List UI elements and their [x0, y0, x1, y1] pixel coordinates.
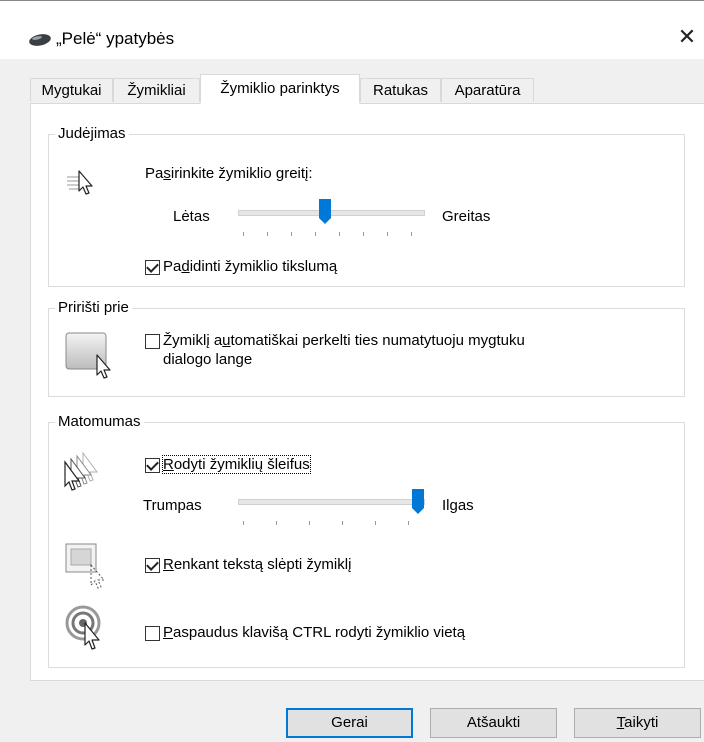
visibility-group-label: Matomumas	[55, 413, 144, 430]
speed-fast-label: Greitas	[442, 208, 491, 225]
title-bar: „Pelė“ ypatybės ✕	[0, 1, 704, 59]
snap-to-default-label-line2[interactable]: dialogo lange	[163, 351, 252, 368]
speed-prompt: Pasirinkite žymiklio greitį:	[145, 165, 313, 182]
snap-to-group-label: Pririšti prie	[55, 299, 132, 316]
mouse-properties-window: „Pelė“ ypatybės ✕ Mygtukai Žymikliai Žym…	[0, 0, 704, 742]
trail-length-track	[238, 499, 425, 505]
show-location-ctrl-label[interactable]: Paspaudus klavišą CTRL rodyti žymiklio v…	[163, 624, 465, 641]
pointer-trails-icon	[64, 451, 98, 491]
snap-to-default-label-line1[interactable]: Žymiklį automatiškai perkelti ties numat…	[163, 332, 525, 349]
pointer-speed-icon	[67, 170, 93, 195]
trail-length-ticks	[238, 521, 423, 527]
tab-pointer-options[interactable]: Žymiklio parinktys	[200, 74, 360, 104]
mouse-icon	[29, 34, 51, 46]
tab-hardware[interactable]: Aparatūra	[441, 78, 534, 102]
hide-while-typing-checkbox[interactable]	[145, 558, 160, 573]
window-title: „Pelė“ ypatybės	[56, 29, 175, 48]
pointer-trails-label[interactable]: Rodyti žymiklių šleifus	[162, 455, 311, 474]
pointer-speed-track	[238, 210, 425, 216]
speed-slow-label: Lėtas	[173, 208, 210, 225]
close-icon: ✕	[677, 25, 697, 50]
cancel-button[interactable]: Atšaukti	[430, 708, 557, 738]
show-location-ctrl-icon	[65, 605, 101, 650]
tab-pointers[interactable]: Žymikliai	[113, 78, 200, 102]
hide-while-typing-label[interactable]: Renkant tekstą slėpti žymiklį	[163, 556, 351, 573]
hide-while-typing-icon	[65, 543, 106, 589]
pointer-trails-checkbox[interactable]	[145, 458, 160, 473]
tab-buttons[interactable]: Mygtukai	[30, 78, 113, 102]
show-location-ctrl-checkbox[interactable]	[145, 626, 160, 641]
trail-length-thumb[interactable]	[412, 489, 424, 515]
tab-wheel[interactable]: Ratukas	[360, 78, 441, 102]
tab-panel-pointer-options: Judėjimas Pasirinkite žymiklio greitį: L…	[30, 103, 704, 681]
trails-long-label: Ilgas	[442, 497, 474, 514]
motion-group: Judėjimas Pasirinkite žymiklio greitį: L…	[48, 125, 685, 287]
close-button[interactable]: ✕	[672, 23, 702, 53]
ok-button[interactable]: Gerai	[286, 708, 413, 738]
pointer-speed-ticks	[238, 232, 423, 238]
enhance-precision-checkbox[interactable]	[145, 260, 160, 275]
visibility-group: Matomumas Rodyti žymiklių šleifus Trumpa…	[48, 413, 685, 668]
trails-short-label: Trumpas	[143, 497, 202, 514]
snap-to-default-checkbox[interactable]	[145, 334, 160, 349]
snap-to-button-icon	[65, 332, 111, 379]
apply-button[interactable]: Taikyti	[574, 708, 701, 738]
pointer-speed-thumb[interactable]	[319, 199, 332, 225]
motion-group-label: Judėjimas	[55, 125, 129, 142]
enhance-precision-label[interactable]: Padidinti žymiklio tikslumą	[163, 258, 337, 275]
snap-to-group: Pririšti prie Žymiklį automatiškai perke…	[48, 299, 685, 397]
